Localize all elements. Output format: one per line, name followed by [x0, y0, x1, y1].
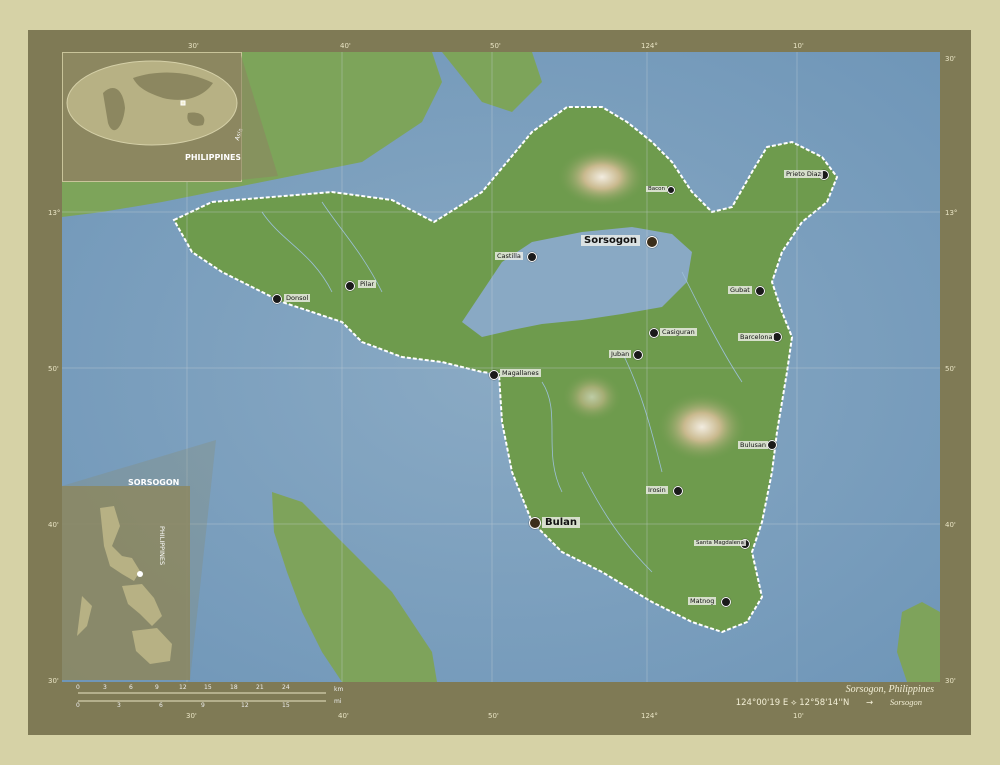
map-caption: Sorsogon, Philippines [845, 684, 934, 695]
city-dot-casiguran[interactable] [649, 328, 659, 338]
city-label-irosin: Irosin [646, 486, 668, 494]
scale-mi-6: 6 [159, 702, 163, 709]
scale-mi-3: 3 [117, 702, 121, 709]
city-label-bacon: Bacon [646, 186, 668, 192]
arrow-icon: → [866, 698, 874, 708]
city-label-casiguran: Casiguran [660, 328, 697, 336]
scale-km-0: 0 [76, 684, 80, 691]
scale-km-21: 21 [256, 684, 264, 691]
city-dot-castilla[interactable] [527, 252, 537, 262]
city-dot-magallanes[interactable] [489, 370, 499, 380]
city-dot-pilar[interactable] [345, 281, 355, 291]
scale-mi-9: 9 [201, 702, 205, 709]
city-dot-matnog[interactable] [721, 597, 731, 607]
country-inset-label: SORSOGON [128, 478, 180, 487]
scale-bar: 0 3 6 9 12 15 18 21 24 km 0 3 6 9 12 15 … [74, 684, 344, 713]
city-label-gubat: Gubat [728, 286, 752, 294]
city-dot-bulusan[interactable] [767, 440, 777, 450]
scale-km-6: 6 [129, 684, 133, 691]
city-dot-juban[interactable] [633, 350, 643, 360]
city-label-barcelona: Barcelona [738, 333, 775, 341]
coordinates-value: 124°00'19 E ⟡ 12°58'14''N [735, 698, 850, 708]
scale-km-24: 24 [282, 684, 290, 691]
country-inset-country: PHILIPPINES [158, 526, 166, 566]
city-label-santa-magdalena: Santa Magdalena [694, 540, 746, 546]
scale-km-unit: km [334, 686, 344, 693]
scale-km-15: 15 [204, 684, 212, 691]
scale-mi-12: 12 [241, 702, 249, 709]
city-label-sorsogon: Sorsogon [581, 235, 640, 246]
country-inset: SORSOGON PHILIPPINES [62, 478, 190, 680]
scale-km-18: 18 [230, 684, 238, 691]
city-label-juban: Juban [609, 350, 632, 358]
city-label-bulusan: Bulusan [738, 441, 768, 449]
city-label-castilla: Castilla [495, 252, 523, 260]
city-label-bulan: Bulan [542, 517, 581, 528]
scale-km-9: 9 [155, 684, 159, 691]
city-dot-sorsogon[interactable] [646, 236, 658, 248]
scale-mi-unit: mi [334, 698, 342, 705]
city-label-magallanes: Magallanes [500, 369, 541, 377]
city-dot-bacon[interactable] [667, 186, 675, 194]
map-coordinates: 124°00'19 E ⟡ 12°58'14''N → Sorsogon [736, 697, 922, 708]
city-dot-donsol[interactable] [272, 294, 282, 304]
scale-mi-15: 15 [282, 702, 290, 709]
city-label-pilar: Pilar [358, 280, 377, 288]
country-inset-svg [62, 486, 190, 680]
scale-km-3: 3 [103, 684, 107, 691]
city-dot-bulan[interactable] [529, 517, 541, 529]
city-label-matnog: Matnog [688, 597, 717, 605]
region-short-label: Sorsogon [889, 697, 922, 707]
city-dot-irosin[interactable] [673, 486, 683, 496]
city-label-prieto-diaz: Prieto Diaz [784, 170, 824, 178]
scale-mi-0: 0 [76, 702, 80, 709]
scale-km-12: 12 [179, 684, 187, 691]
city-dot-gubat[interactable] [755, 286, 765, 296]
city-label-donsol: Donsol [284, 294, 311, 302]
